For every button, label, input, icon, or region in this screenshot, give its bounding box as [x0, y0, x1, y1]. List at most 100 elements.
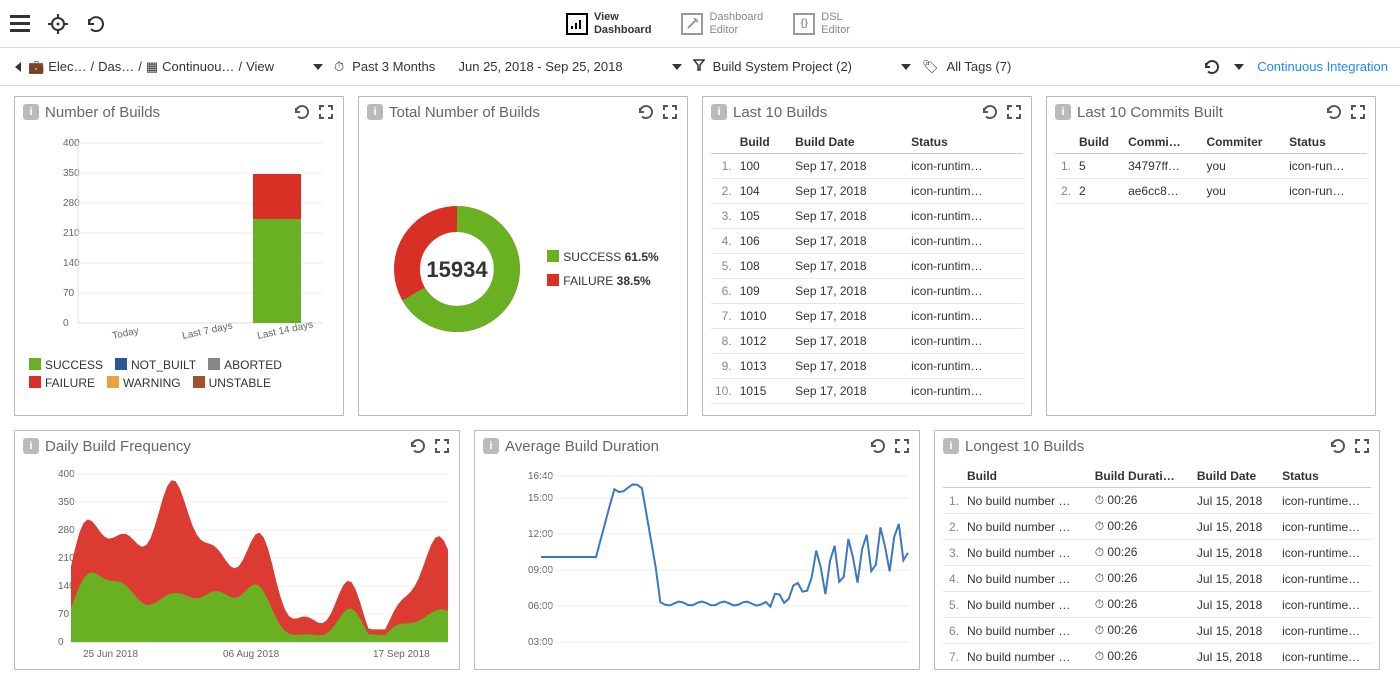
- legend: SUCCESS NOT_BUILT ABORTED FAILURE WARNIN…: [23, 354, 335, 394]
- table-row[interactable]: 10.1015Sep 17, 2018icon-runtim…: [711, 379, 1023, 404]
- stopwatch-icon: ⏱: [334, 59, 344, 75]
- info-icon[interactable]: i: [943, 438, 959, 454]
- tags-caret[interactable]: [901, 64, 911, 70]
- project-caret[interactable]: [672, 64, 682, 70]
- svg-text:70: 70: [58, 609, 70, 620]
- info-icon[interactable]: i: [1055, 104, 1071, 120]
- refresh-icon[interactable]: [1329, 437, 1347, 455]
- tab-dsl-editor[interactable]: {} DSLEditor: [793, 11, 850, 35]
- table-row[interactable]: 1.534797ff…youicon-run…: [1055, 154, 1367, 179]
- col-date[interactable]: Build Date: [791, 131, 907, 154]
- expand-icon[interactable]: [433, 437, 451, 455]
- table-row[interactable]: 3.No build number …⏱ 00:26Jul 15, 2018ic…: [943, 540, 1371, 566]
- card-title: Average Build Duration: [505, 438, 863, 455]
- table-row[interactable]: 7.1010Sep 17, 2018icon-runtim…: [711, 304, 1023, 329]
- tab-view-dashboard[interactable]: ViewDashboard: [566, 11, 651, 35]
- col-status[interactable]: Status: [1285, 131, 1367, 154]
- breadcrumb[interactable]: 💼 Elec…/ Das…/ ▦ Continuou…/ View: [12, 59, 274, 75]
- col-build[interactable]: Build: [1075, 131, 1124, 154]
- col-duration[interactable]: Build Durati…: [1091, 465, 1193, 488]
- tab-dashboard-editor[interactable]: DashboardEditor: [681, 11, 763, 35]
- period-caret[interactable]: [313, 64, 323, 70]
- card-last-10-builds: i Last 10 Builds Build Build Date Status…: [702, 96, 1032, 416]
- refresh-icon[interactable]: [637, 103, 655, 121]
- refresh-icon[interactable]: [409, 437, 427, 455]
- refresh-icon[interactable]: [293, 103, 311, 121]
- table-row[interactable]: 5.108Sep 17, 2018icon-runtim…: [711, 254, 1023, 279]
- period-label[interactable]: Past 3 Months: [352, 59, 435, 74]
- table-row[interactable]: 2.104Sep 17, 2018icon-runtim…: [711, 179, 1023, 204]
- line-chart: 16:4015:0012:00 09:0006:0003:00: [483, 465, 913, 660]
- expand-icon[interactable]: [893, 437, 911, 455]
- expand-icon[interactable]: [1005, 103, 1023, 121]
- card-title: Number of Builds: [45, 104, 287, 121]
- table-row[interactable]: 4.No build number …⏱ 00:26Jul 15, 2018ic…: [943, 566, 1371, 592]
- expand-icon[interactable]: [661, 103, 679, 121]
- target-icon[interactable]: [48, 14, 68, 34]
- donut-chart: 15934: [387, 199, 527, 339]
- bc3[interactable]: Continuou…: [162, 59, 234, 74]
- grid-icon: ▦: [146, 59, 158, 75]
- info-icon[interactable]: i: [483, 438, 499, 454]
- info-icon[interactable]: i: [711, 104, 727, 120]
- back-icon[interactable]: [15, 62, 21, 72]
- menu-icon[interactable]: [10, 14, 30, 34]
- tags-filter[interactable]: All Tags (7): [947, 59, 1012, 74]
- top-toolbar: ViewDashboard DashboardEditor {} DSLEdit…: [0, 0, 1400, 48]
- col-commit[interactable]: Commi…: [1124, 131, 1202, 154]
- card-total-builds: i Total Number of Builds 15934 SUCCESS 6…: [358, 96, 688, 416]
- info-icon[interactable]: i: [23, 438, 39, 454]
- table-row[interactable]: 2.No build number …⏱ 00:26Jul 15, 2018ic…: [943, 514, 1371, 540]
- card-title: Last 10 Builds: [733, 104, 975, 121]
- expand-icon[interactable]: [1353, 437, 1371, 455]
- card-longest-builds: i Longest 10 Builds Build Build Durati… …: [934, 430, 1380, 670]
- lg-success: SUCCESS: [45, 358, 103, 372]
- table-row[interactable]: 1.No build number …⏱ 00:26Jul 15, 2018ic…: [943, 488, 1371, 514]
- svg-text:70: 70: [63, 288, 75, 299]
- col-build[interactable]: Build: [736, 131, 791, 154]
- col-date[interactable]: Build Date: [1193, 465, 1278, 488]
- svg-text:Last 7 days: Last 7 days: [181, 321, 233, 342]
- refresh-cycle-icon[interactable]: [86, 14, 106, 34]
- svg-text:17 Sep 2018: 17 Sep 2018: [373, 649, 430, 660]
- table-row[interactable]: 8.1012Sep 17, 2018icon-runtim…: [711, 329, 1023, 354]
- info-icon[interactable]: i: [367, 104, 383, 120]
- card-daily-frequency: i Daily Build Frequency 400350280 210140…: [14, 430, 460, 670]
- card-title: Total Number of Builds: [389, 104, 631, 121]
- table-row[interactable]: 3.105Sep 17, 2018icon-runtim…: [711, 204, 1023, 229]
- ci-link[interactable]: Continuous Integration: [1257, 59, 1388, 74]
- card-avg-duration: i Average Build Duration 16:4015:0012:00…: [474, 430, 920, 670]
- funnel-icon: [693, 59, 705, 74]
- tab-dsl-l2: Editor: [821, 24, 850, 36]
- lg-success-pct: SUCCESS: [563, 250, 621, 264]
- refresh-all-icon[interactable]: [1203, 58, 1221, 76]
- lg-notbuilt: NOT_BUILT: [131, 358, 196, 372]
- area-chart: 400350280 210140700 25 Jun 201806 Aug 20…: [23, 465, 453, 660]
- table-row[interactable]: 1.100Sep 17, 2018icon-runtim…: [711, 154, 1023, 179]
- col-status[interactable]: Status: [907, 131, 1023, 154]
- table-row[interactable]: 6.No build number …⏱ 00:26Jul 15, 2018ic…: [943, 618, 1371, 644]
- lg-failure: FAILURE: [45, 376, 95, 390]
- col-committer[interactable]: Commiter: [1202, 131, 1285, 154]
- expand-icon[interactable]: [1349, 103, 1367, 121]
- table-row[interactable]: 5.No build number …⏱ 00:26Jul 15, 2018ic…: [943, 592, 1371, 618]
- info-icon[interactable]: i: [23, 104, 39, 120]
- table-row[interactable]: 7.No build number …⏱ 00:26Jul 15, 2018ic…: [943, 644, 1371, 670]
- refresh-icon[interactable]: [869, 437, 887, 455]
- col-build[interactable]: Build: [963, 465, 1091, 488]
- col-status[interactable]: Status: [1278, 465, 1371, 488]
- refresh-icon[interactable]: [981, 103, 999, 121]
- table-row[interactable]: 2.2ae6cc8…youicon-run…: [1055, 179, 1367, 204]
- bc2[interactable]: Das…: [98, 59, 134, 74]
- donut-center: 15934: [427, 257, 489, 282]
- refresh-icon[interactable]: [1325, 103, 1343, 121]
- tab-dash-l1: Dashboard: [709, 11, 763, 23]
- card-title: Daily Build Frequency: [45, 438, 403, 455]
- bc1[interactable]: Elec…: [48, 59, 86, 74]
- expand-icon[interactable]: [317, 103, 335, 121]
- ci-caret[interactable]: [1234, 64, 1244, 70]
- table-row[interactable]: 4.106Sep 17, 2018icon-runtim…: [711, 229, 1023, 254]
- project-filter[interactable]: Build System Project (2): [713, 59, 852, 74]
- table-row[interactable]: 9.1013Sep 17, 2018icon-runtim…: [711, 354, 1023, 379]
- table-row[interactable]: 6.109Sep 17, 2018icon-runtim…: [711, 279, 1023, 304]
